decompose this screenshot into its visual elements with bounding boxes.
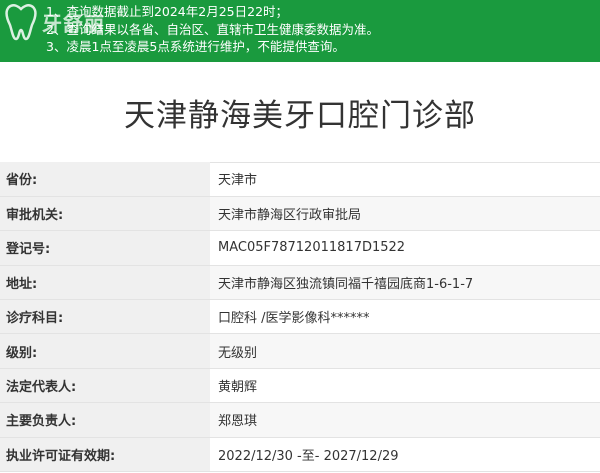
table-row: 主要负责人: 郑恩琪 [0, 402, 600, 438]
field-value: MAC05F78712011817D1522 [210, 230, 600, 266]
title-area: 天津静海美牙口腔门诊部 [0, 62, 600, 163]
field-value: 黄朝辉 [210, 368, 600, 404]
field-label: 执业许可证有效期: [0, 437, 210, 473]
field-value: 天津市静海区行政审批局 [210, 196, 600, 232]
field-label: 诊疗科目: [0, 299, 210, 335]
tooth-icon [5, 4, 37, 41]
table-row: 登记号: MAC05F78712011817D1522 [0, 230, 600, 266]
clinic-info-table: 省份: 天津市 审批机关: 天津市静海区行政审批局 登记号: MAC05F787… [0, 162, 600, 473]
table-row: 省份: 天津市 [0, 162, 600, 197]
table-row: 级别: 无级别 [0, 333, 600, 369]
table-row: 法定代表人: 黄朝辉 [0, 368, 600, 404]
field-label: 地址: [0, 265, 210, 301]
table-row: 审批机关: 天津市静海区行政审批局 [0, 196, 600, 232]
field-value: 郑恩琪 [210, 402, 600, 438]
field-value: 无级别 [210, 333, 600, 369]
page-title: 天津静海美牙口腔门诊部 [124, 97, 476, 134]
field-value: 2022/12/30 -至- 2027/12/29 [210, 437, 600, 473]
field-value: 天津市 [210, 162, 600, 197]
field-label: 审批机关: [0, 196, 210, 232]
table-row: 诊疗科目: 口腔科 /医学影像科****** [0, 299, 600, 335]
field-label: 主要负责人: [0, 402, 210, 438]
field-value: 口腔科 /医学影像科****** [210, 299, 600, 335]
table-row: 执业许可证有效期: 2022/12/30 -至- 2027/12/29 [0, 437, 600, 473]
logo-text: 牙舒丽 [42, 11, 105, 36]
table-row: 地址: 天津市静海区独流镇同福千禧园底商1-6-1-7 [0, 265, 600, 301]
field-value: 天津市静海区独流镇同福千禧园底商1-6-1-7 [210, 265, 600, 301]
field-label: 级别: [0, 333, 210, 369]
field-label: 法定代表人: [0, 368, 210, 404]
field-label: 登记号: [0, 230, 210, 266]
field-label: 省份: [0, 162, 210, 197]
watermark-logo: 牙舒丽 [4, 2, 134, 42]
